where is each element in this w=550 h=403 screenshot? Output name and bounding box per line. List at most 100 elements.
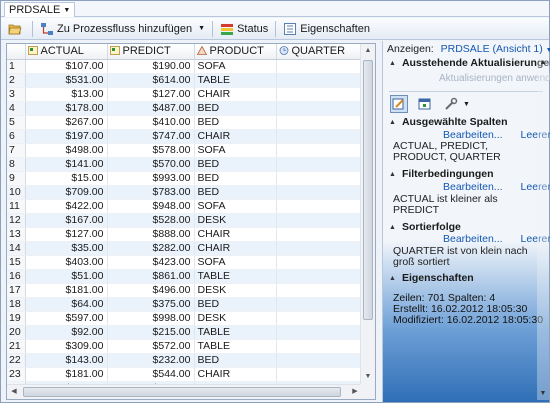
quarter-cell[interactable]: 1 <box>276 269 362 284</box>
product-cell[interactable]: TABLE <box>194 269 277 284</box>
actual-cell[interactable]: $309.00 <box>25 339 108 354</box>
edit-sort-link[interactable]: Bearbeiten... <box>443 233 503 245</box>
table-row[interactable]: 20$92.00$215.00TABLE1 <box>7 325 362 340</box>
product-cell[interactable]: CHAIR <box>194 227 277 242</box>
actual-cell[interactable]: $64.00 <box>25 297 108 312</box>
actual-cell[interactable]: $267.00 <box>25 115 108 130</box>
document-tab[interactable]: PRDSALE ▼ <box>4 2 76 17</box>
predict-cell[interactable]: $888.00 <box>107 227 195 242</box>
row-number-cell[interactable]: 19 <box>7 311 26 326</box>
query-view-icon[interactable] <box>390 95 408 113</box>
scroll-down-icon[interactable]: ▼ <box>537 388 549 400</box>
row-number-cell[interactable]: 10 <box>7 185 26 200</box>
quarter-cell[interactable]: 1 <box>276 325 362 340</box>
row-number-cell[interactable]: 18 <box>7 297 26 312</box>
table-row[interactable]: 5$267.00$410.00BED1 <box>7 115 362 130</box>
actual-cell[interactable]: $709.00 <box>25 185 108 200</box>
product-cell[interactable]: CHAIR <box>194 87 277 102</box>
tools-icon[interactable] <box>443 96 459 112</box>
actual-cell[interactable]: $178.00 <box>25 101 108 116</box>
table-row[interactable]: 10$709.00$783.00BED1 <box>7 185 362 200</box>
section-filter[interactable]: ▲ Filterbedingungen <box>389 168 494 180</box>
section-selected-columns[interactable]: ▲ Ausgewählte Spalten <box>389 116 508 128</box>
product-cell[interactable]: BED <box>194 171 277 186</box>
row-number-cell[interactable]: 6 <box>7 129 26 144</box>
quarter-cell[interactable]: 1 <box>276 101 362 116</box>
quarter-cell[interactable]: 1 <box>276 185 362 200</box>
table-row[interactable]: 9$15.00$993.00BED1 <box>7 171 362 186</box>
predict-cell[interactable]: $190.00 <box>107 59 195 74</box>
predict-cell[interactable]: $861.00 <box>107 269 195 284</box>
horizontal-scroll-thumb[interactable] <box>23 387 341 397</box>
quarter-cell[interactable]: 1 <box>276 59 362 74</box>
table-row[interactable]: 21$309.00$572.00TABLE1 <box>7 339 362 354</box>
row-number-cell[interactable]: 21 <box>7 339 26 354</box>
table-row[interactable]: 1$107.00$190.00SOFA1 <box>7 59 362 74</box>
column-header-quarter[interactable]: QUARTER <box>276 44 362 60</box>
product-cell[interactable]: DESK <box>194 283 277 298</box>
chevron-down-icon[interactable]: ▼ <box>195 25 208 32</box>
predict-cell[interactable]: $747.00 <box>107 129 195 144</box>
row-number-cell[interactable]: 2 <box>7 73 26 88</box>
table-row[interactable]: 15$403.00$423.00SOFA1 <box>7 255 362 270</box>
product-cell[interactable]: SOFA <box>194 59 277 74</box>
actual-cell[interactable]: $143.00 <box>25 353 108 368</box>
product-cell[interactable]: BED <box>194 297 277 312</box>
scroll-down-icon[interactable]: ▼ <box>361 370 375 384</box>
section-properties[interactable]: ▲ Eigenschaften <box>389 272 474 284</box>
chevron-down-icon[interactable]: ▼ <box>63 7 70 14</box>
table-row[interactable]: 11$422.00$948.00SOFA1 <box>7 199 362 214</box>
table-row[interactable]: 4$178.00$487.00BED1 <box>7 101 362 116</box>
status-button[interactable]: Status <box>217 20 271 38</box>
row-number-cell[interactable]: 17 <box>7 283 26 298</box>
horizontal-scrollbar[interactable]: ◀ ▶ <box>7 384 362 399</box>
row-number-cell[interactable]: 13 <box>7 227 26 242</box>
row-number-cell[interactable]: 11 <box>7 199 26 214</box>
table-row[interactable]: 14$35.00$282.00CHAIR1 <box>7 241 362 256</box>
product-cell[interactable]: SOFA <box>194 199 277 214</box>
actual-cell[interactable]: $13.00 <box>25 87 108 102</box>
product-cell[interactable]: CHAIR <box>194 367 277 382</box>
scroll-up-icon[interactable]: ▲ <box>361 44 375 58</box>
quarter-cell[interactable]: 1 <box>276 353 362 368</box>
row-number-cell[interactable]: 14 <box>7 241 26 256</box>
actual-cell[interactable]: $51.00 <box>25 269 108 284</box>
table-row[interactable]: 3$13.00$127.00CHAIR1 <box>7 87 362 102</box>
table-row[interactable]: 17$181.00$496.00DESK1 <box>7 283 362 298</box>
predict-cell[interactable]: $496.00 <box>107 283 195 298</box>
row-number-cell[interactable]: 9 <box>7 171 26 186</box>
quarter-cell[interactable]: 1 <box>276 115 362 130</box>
actual-cell[interactable]: $498.00 <box>25 143 108 158</box>
actual-cell[interactable]: $403.00 <box>25 255 108 270</box>
actual-cell[interactable]: $197.00 <box>25 129 108 144</box>
actual-cell[interactable]: $167.00 <box>25 213 108 228</box>
predict-cell[interactable]: $127.00 <box>107 87 195 102</box>
row-number-cell[interactable]: 16 <box>7 269 26 284</box>
product-cell[interactable]: TABLE <box>194 325 277 340</box>
section-pending-updates[interactable]: ▲ Ausstehende Aktualisierungen <box>389 57 550 69</box>
predict-cell[interactable]: $544.00 <box>107 367 195 382</box>
data-grid[interactable]: ACTUAL PREDICT PRODUCT QUARTER 1 $107.00 $… <box>6 43 376 400</box>
product-cell[interactable]: BED <box>194 353 277 368</box>
table-row[interactable]: 16$51.00$861.00TABLE1 <box>7 269 362 284</box>
table-row[interactable]: 23$181.00$544.00CHAIR1 <box>7 367 362 382</box>
predict-cell[interactable]: $570.00 <box>107 157 195 172</box>
product-cell[interactable]: TABLE <box>194 339 277 354</box>
actual-cell[interactable]: $107.00 <box>25 59 108 74</box>
predict-cell[interactable]: $423.00 <box>107 255 195 270</box>
quarter-cell[interactable]: 1 <box>276 213 362 228</box>
predict-cell[interactable]: $993.00 <box>107 171 195 186</box>
column-header-product[interactable]: PRODUCT <box>194 44 277 60</box>
column-header-actual[interactable]: ACTUAL <box>25 44 108 60</box>
add-to-process-flow-button[interactable]: Zu Prozessfluss hinzufügen <box>37 20 195 38</box>
view-selector-dropdown[interactable]: PRDSALE (Ansicht 1) ▼ <box>441 43 550 55</box>
product-cell[interactable]: CHAIR <box>194 129 277 144</box>
table-row[interactable]: 19$597.00$998.00DESK1 <box>7 311 362 326</box>
open-button[interactable] <box>5 20 28 38</box>
product-cell[interactable]: SOFA <box>194 143 277 158</box>
actual-cell[interactable]: $181.00 <box>25 283 108 298</box>
predict-cell[interactable]: $948.00 <box>107 199 195 214</box>
quarter-cell[interactable]: 1 <box>276 255 362 270</box>
product-cell[interactable]: DESK <box>194 213 277 228</box>
quarter-cell[interactable]: 1 <box>276 311 362 326</box>
